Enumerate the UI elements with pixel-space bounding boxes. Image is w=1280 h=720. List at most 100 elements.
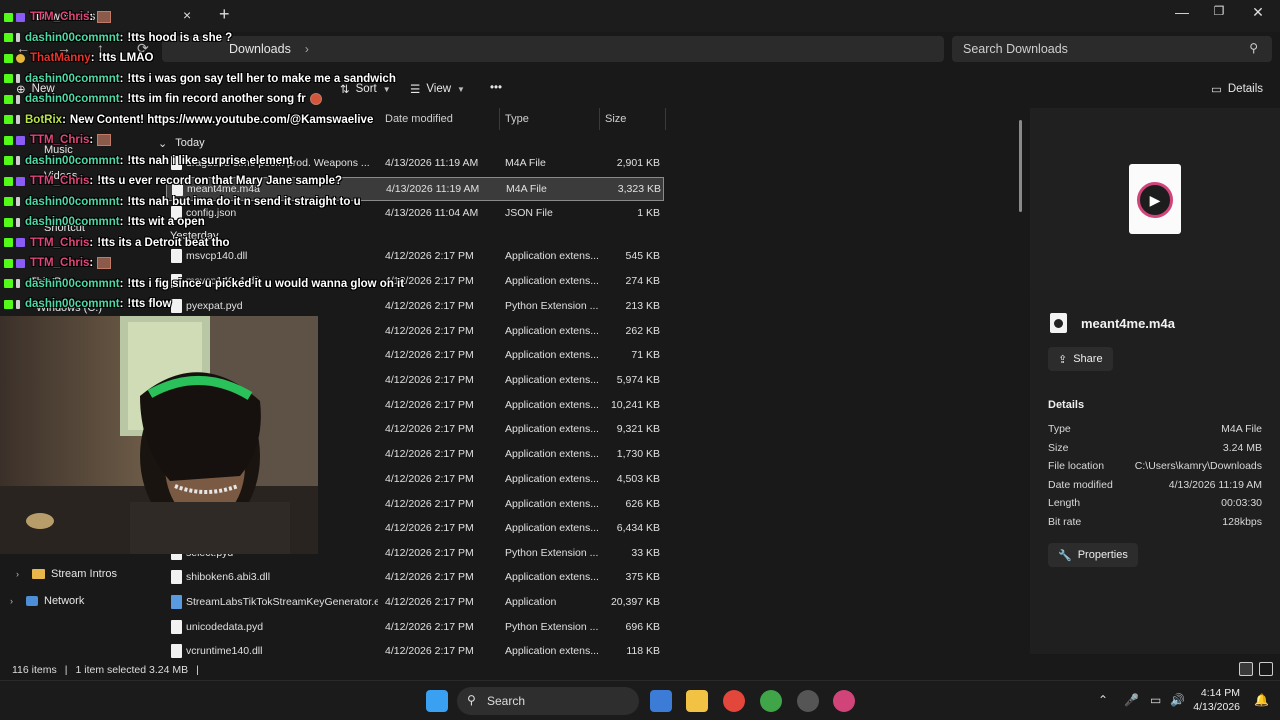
user-badge-icon [16,94,20,104]
file-row[interactable]: StreamLabsTikTokStreamKeyGenerator.exe 4/… [166,591,664,615]
sidebar-item-stream-intros[interactable]: › Stream Intros [16,568,117,580]
chat-message: dashin00commnt : !tts hood is a she ? [4,29,232,47]
detail-value: 00:03:30 [1221,497,1262,510]
tiles-view-toggle[interactable] [1259,662,1273,676]
taskbar-search[interactable]: ⚲ Search [457,687,639,715]
kick-badge-icon [4,115,13,124]
chat-separator: : [89,11,94,23]
search-input[interactable]: Search Downloads ⚲ [952,36,1272,62]
kick-badge-icon [4,135,13,145]
taskbar: ⚲ Search ⌃ 🎤 ▭ 🔊 4:14 PM 4/13/2026 🔔 [0,680,1280,720]
column-header-label: Type [505,113,529,125]
media-player-icon[interactable] [833,690,855,712]
webcam-image [0,316,318,554]
detail-key: Length [1048,497,1081,510]
minimize-button[interactable]: — [1168,4,1196,20]
chat-separator: : [119,195,124,208]
store-icon[interactable] [650,690,672,712]
details-pane: ▶ meant4me.m4a ⇪ Share Details Type M4A F… [1030,108,1280,654]
file-date: 4/12/2026 2:17 PM [385,522,474,534]
wifi-icon[interactable]: ▭ [1150,693,1161,707]
file-type: Application [505,596,557,608]
chevron-down-icon: ▼ [457,84,465,94]
chat-text: !tts wit a open [127,216,205,228]
file-type: Python Extension ... [505,621,599,633]
subscriber-badge-icon [16,135,25,145]
microphone-icon[interactable]: 🎤 [1124,693,1139,707]
details-toggle-button[interactable]: ▭ Details [1211,82,1263,96]
chat-text: !tts LMAO [98,52,154,64]
maximize-button[interactable]: ❐ [1205,4,1233,18]
application-file-icon [171,595,182,609]
selection-info: 1 item selected 3.24 MB [75,664,189,676]
sidebar-item-label: Network [44,595,85,607]
properties-button[interactable]: 🔧 Properties [1048,543,1138,567]
file-type: Python Extension ... [505,547,599,559]
kick-badge-icon [4,279,13,288]
search-icon: ⚲ [467,693,476,707]
close-window-button[interactable]: ✕ [1244,4,1272,21]
chrome-icon[interactable] [723,690,745,712]
share-button[interactable]: ⇪ Share [1048,347,1113,371]
stream-chat-overlay: TTM_Chris : dashin00commnt : !tts hood is … [0,0,440,316]
chat-username: dashin00commnt [25,154,120,167]
file-size: 1 KB [637,207,660,219]
file-type: Python Extension ... [505,300,599,312]
file-date: 4/12/2026 2:17 PM [385,473,474,485]
file-row[interactable]: unicodedata.pyd 4/12/2026 2:17 PM Python E… [166,616,664,640]
column-header-type[interactable]: Type [500,108,600,130]
file-explorer-icon[interactable] [686,690,708,712]
chat-username: dashin00commnt [25,31,120,44]
file-date: 4/12/2026 2:17 PM [385,571,474,583]
folder-icon [32,569,45,579]
windows-start-icon[interactable] [426,690,448,712]
file-size: 33 KB [631,547,660,559]
notification-bell-icon[interactable]: 🔔 [1254,693,1269,707]
file-type: Application extens... [505,423,599,435]
document-file-icon [171,570,182,584]
kick-badge-icon [4,238,13,247]
search-icon: ⚲ [1249,41,1258,55]
scrollbar[interactable] [1019,120,1022,212]
details-view-toggle[interactable] [1239,662,1253,676]
audio-file-icon [1050,313,1067,333]
file-date: 4/12/2026 2:17 PM [385,645,474,657]
file-date: 4/12/2026 2:17 PM [385,448,474,460]
file-row[interactable]: shiboken6.abi3.dll 4/12/2026 2:17 PM Appli… [166,566,664,590]
expand-chevron-icon[interactable]: › [10,596,20,606]
kick-badge-icon [4,156,13,165]
webcam-overlay [0,316,318,554]
detail-value: M4A File [1221,423,1262,435]
chrome-profile-icon[interactable] [760,690,782,712]
file-name: unicodedata.pyd [186,621,264,633]
chat-username: TTM_Chris [30,175,90,187]
chat-separator: : [119,216,124,228]
play-icon: ▶ [1137,182,1173,218]
expand-chevron-icon[interactable]: › [16,569,26,579]
chat-message: dashin00commnt : !tts i fig since u picke… [4,275,404,293]
user-badge-icon [16,74,20,83]
clock[interactable]: 4:14 PM 4/13/2026 [1193,686,1240,714]
file-date: 4/12/2026 2:17 PM [385,325,474,337]
sidebar-item-network[interactable]: › Network [10,595,84,607]
clock-date: 4/13/2026 [1193,701,1240,713]
status-divider: | [196,664,199,676]
tray-chevron-icon[interactable]: ⌃ [1098,693,1108,707]
chat-text: !tts its a Detroit beat tho [97,236,230,249]
file-type: Application extens... [505,374,599,386]
volume-icon[interactable]: 🔊 [1170,693,1185,707]
file-date: 4/12/2026 2:17 PM [385,349,474,361]
file-size: 2,901 KB [616,157,660,169]
obs-icon[interactable] [797,690,819,712]
file-date: 4/12/2026 2:17 PM [385,374,474,386]
file-size: 213 KB [625,300,660,312]
emote-icon [97,11,112,23]
chat-username: dashin00commnt [25,72,120,85]
column-header-size[interactable]: Size [600,108,666,130]
kick-badge-icon [4,217,13,227]
file-type: Application extens... [505,349,599,361]
file-size: 262 KB [625,325,660,337]
properties-label: Properties [1077,549,1128,561]
subscriber-badge-icon [16,12,25,22]
more-button[interactable]: ••• [490,82,502,94]
